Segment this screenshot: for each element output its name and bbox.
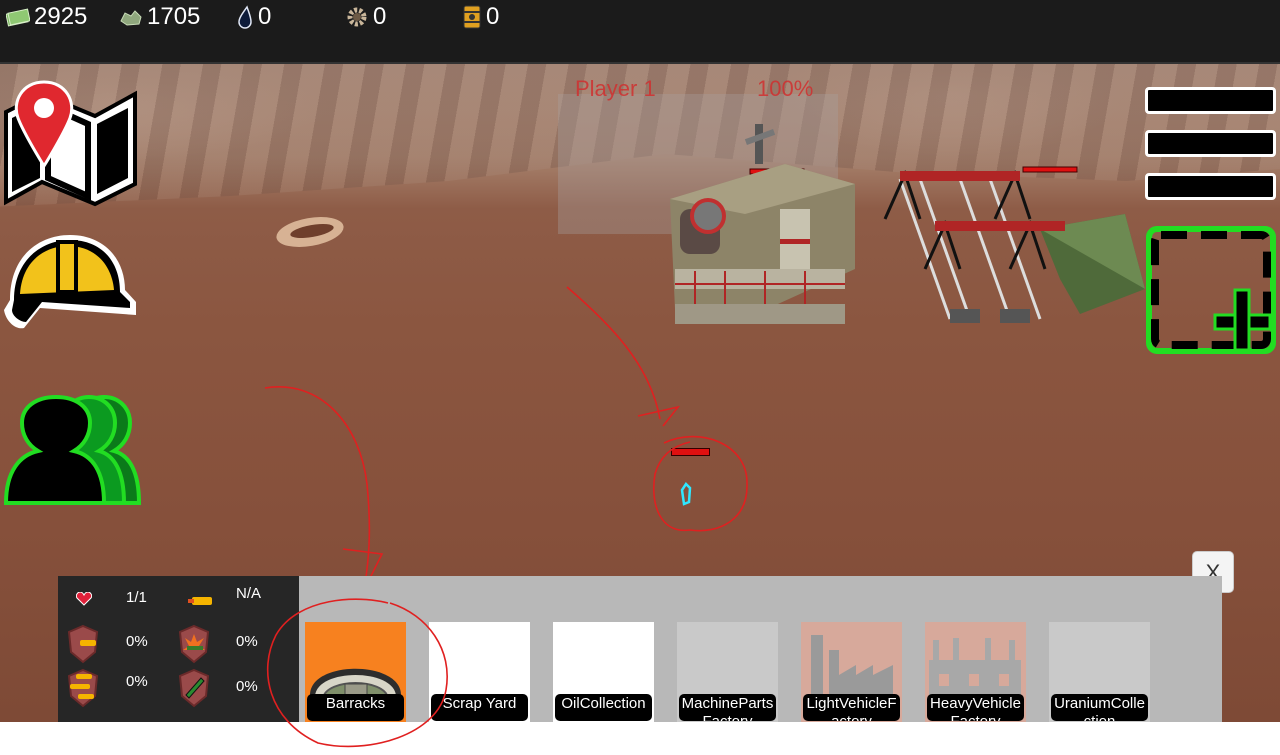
health-value: 1/1 <box>126 589 147 606</box>
engineer-unit[interactable] <box>678 482 694 506</box>
menu-bar-3[interactable] <box>1145 173 1276 200</box>
build-card-label: LightVehicleF actory <box>803 694 900 721</box>
explosive-resist-value: 0% <box>236 633 258 650</box>
map-icon <box>4 80 137 207</box>
oil-value: 0 <box>258 3 272 30</box>
command-center-building[interactable] <box>665 119 865 334</box>
cash-icon <box>6 7 30 27</box>
uranium-counter: 0 <box>462 3 499 31</box>
build-card-label: UraniumColle ction <box>1051 694 1148 721</box>
build-card-label: HeavyVehicle Factory <box>927 694 1024 721</box>
scrap-counter: 1705 <box>119 3 200 31</box>
player-label: Player 1 <box>575 76 656 101</box>
build-menu-button[interactable] <box>0 230 142 340</box>
crater <box>275 214 345 250</box>
rocket-shield-icon <box>177 668 211 708</box>
build-card-label: Scrap Yard <box>431 694 528 721</box>
heart-icon <box>76 592 92 606</box>
scrap-icon <box>119 7 143 27</box>
group-icon <box>4 394 142 505</box>
build-card-label: OilCollection <box>555 694 652 721</box>
player-progress: 100% <box>757 76 814 101</box>
uranium-value: 0 <box>486 3 500 30</box>
rocket-resist-value: 0% <box>236 678 258 695</box>
bottom-strip <box>0 722 1280 751</box>
add-selection-button[interactable] <box>1145 225 1277 355</box>
money-counter: 2925 <box>6 3 87 31</box>
armor-value: 0% <box>126 633 148 650</box>
build-card-barracks[interactable]: Barracks <box>305 622 406 722</box>
build-card-machine-parts-factory[interactable]: MachineParts Factory <box>677 622 778 722</box>
oil-counter: 0 <box>236 3 271 31</box>
hard-hat-icon <box>4 235 136 329</box>
add-selection-icon <box>1146 226 1276 354</box>
build-card-heavy-vehicle-factory[interactable]: HeavyVehicle Factory <box>925 622 1026 722</box>
unit-health-bar <box>671 448 710 456</box>
menu-bar-1[interactable] <box>1145 87 1276 114</box>
ammo-shield-icon <box>66 668 100 708</box>
map-button[interactable] <box>0 74 142 209</box>
ammo-value: 0% <box>126 673 148 690</box>
build-card-scrap-yard[interactable]: Scrap Yard <box>429 622 530 722</box>
range-bullet-icon <box>188 596 214 606</box>
menu-bar-2[interactable] <box>1145 130 1276 157</box>
scrap-value: 1705 <box>147 3 201 30</box>
armor-shield-icon <box>66 624 100 664</box>
range-value: N/A <box>236 585 262 602</box>
build-card-light-vehicle-factory[interactable]: LightVehicleF actory <box>801 622 902 722</box>
resource-bar: 2925 1705 0 0 0 <box>0 0 1280 64</box>
machine-parts-counter: 0 <box>345 3 386 31</box>
machine-parts-value: 0 <box>373 3 387 30</box>
build-card-label: Barracks <box>307 694 404 721</box>
unit-stats-panel: 1/1 N/A 0% 0% 0% 0% <box>58 576 299 722</box>
gear-icon <box>345 5 369 29</box>
money-value: 2925 <box>34 3 88 30</box>
explosive-shield-icon <box>177 624 211 664</box>
build-card-oil-collection[interactable]: OilCollection <box>553 622 654 722</box>
uranium-barrel-icon <box>462 4 482 30</box>
build-card-uranium-collection[interactable]: UraniumColle ction <box>1049 622 1150 722</box>
build-card-label: MachineParts Factory <box>679 694 776 721</box>
oil-drop-icon <box>236 5 254 29</box>
units-button[interactable] <box>4 393 144 508</box>
factory-building[interactable] <box>880 159 1145 334</box>
